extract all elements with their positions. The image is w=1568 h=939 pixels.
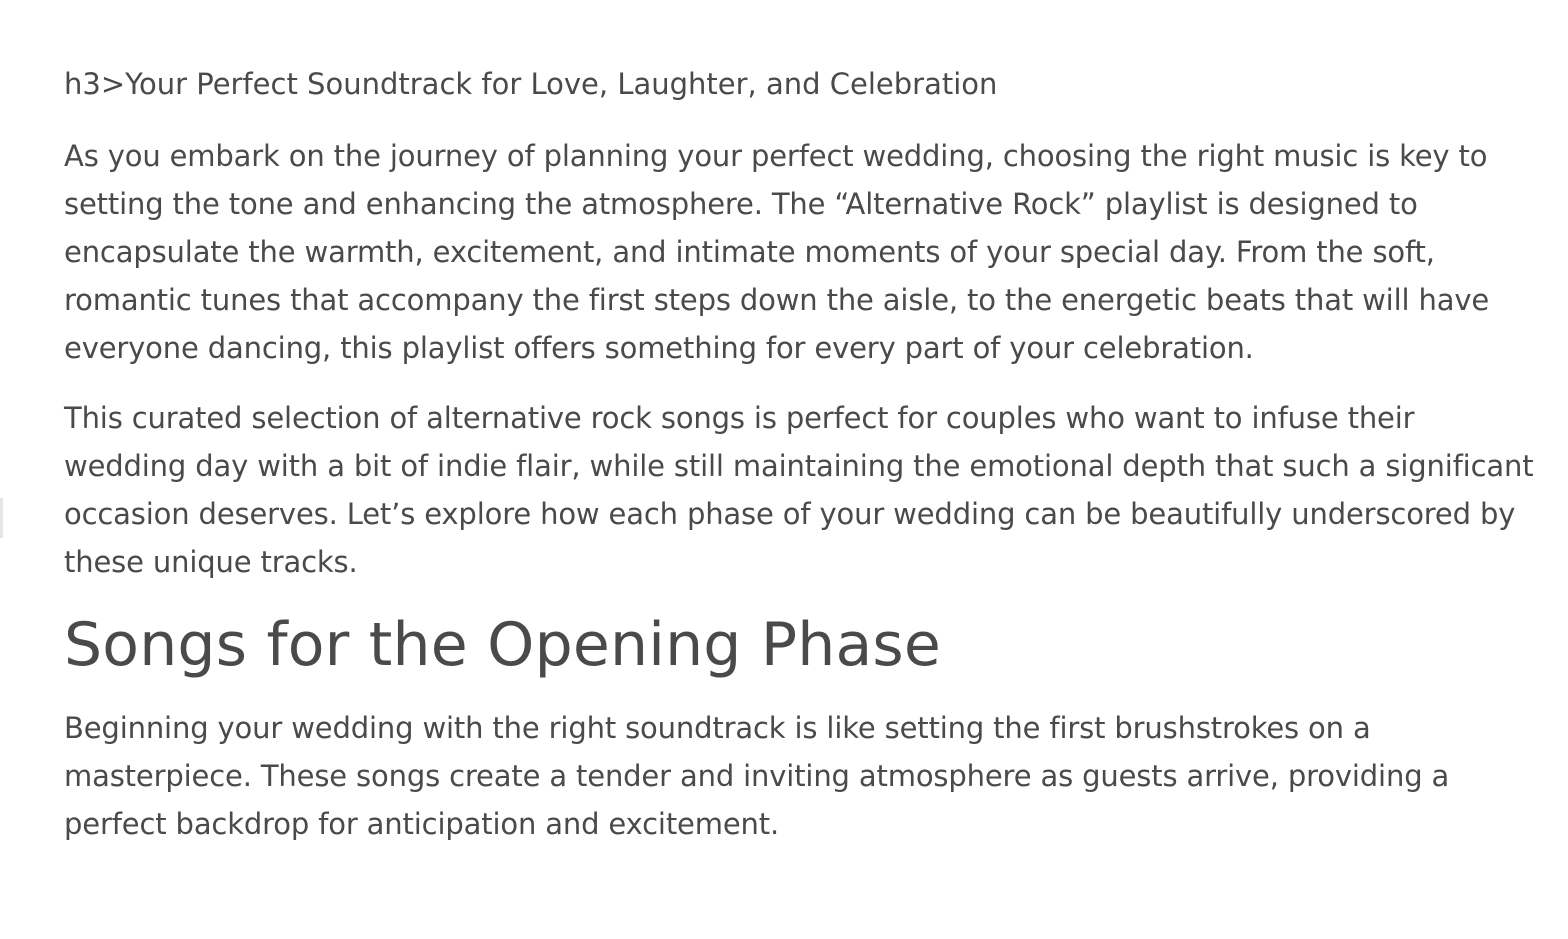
section-heading-opening-phase: Songs for the Opening Phase	[64, 610, 942, 680]
opening-phase-paragraph: Beginning your wedding with the right so…	[64, 711, 1450, 841]
edge-scroll-marker	[0, 498, 3, 538]
intro-paragraph-2: This curated selection of alternative ro…	[64, 401, 1534, 579]
intro-paragraph-1: As you embark on the journey of planning…	[64, 139, 1490, 365]
article-content: h3>Your Perfect Soundtrack for Love, Lau…	[64, 62, 1534, 870]
raw-h3-heading-text: h3>Your Perfect Soundtrack for Love, Lau…	[64, 67, 998, 101]
